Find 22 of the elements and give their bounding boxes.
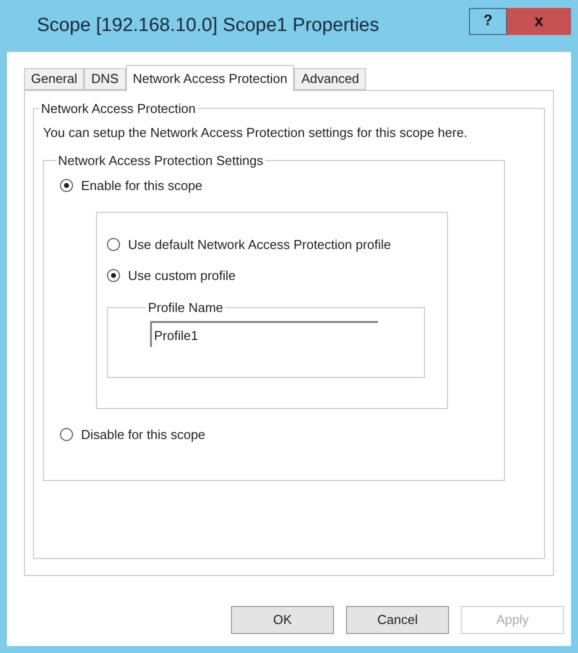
tab[interactable]: Advanced [294, 68, 366, 90]
help-button[interactable]: ? [469, 8, 507, 35]
tab[interactable]: DNS [84, 68, 126, 90]
radio-label: Disable for this scope [81, 426, 206, 444]
radio-button[interactable] [60, 179, 73, 192]
group-title: Profile Name [147, 298, 224, 316]
tab[interactable]: General [24, 68, 84, 90]
tab[interactable]: Network Access Protection [126, 65, 294, 91]
close-button[interactable]: x [507, 8, 571, 35]
radio-label: Enable for this scope [81, 177, 202, 195]
description-text: You can setup the Network Access Protection settings for this scope here. [43, 124, 468, 140]
radio-button[interactable] [60, 428, 73, 441]
group-title: Network Access Protection [40, 100, 197, 118]
radio-button[interactable] [107, 269, 120, 282]
dialog-button[interactable]: OK [231, 606, 334, 634]
radio-label: Use default Network Access Protection profile [128, 236, 392, 254]
profile-name-field[interactable]: Profile1 [150, 321, 378, 347]
radio-button[interactable] [107, 238, 120, 251]
group-title: Network Access Protection Settings [57, 152, 264, 170]
dialog-button[interactable]: Cancel [346, 606, 449, 634]
window-title: Scope [192.168.10.0] Scope1 Properties [36, 14, 380, 38]
radio-label: Use custom profile [128, 267, 236, 285]
